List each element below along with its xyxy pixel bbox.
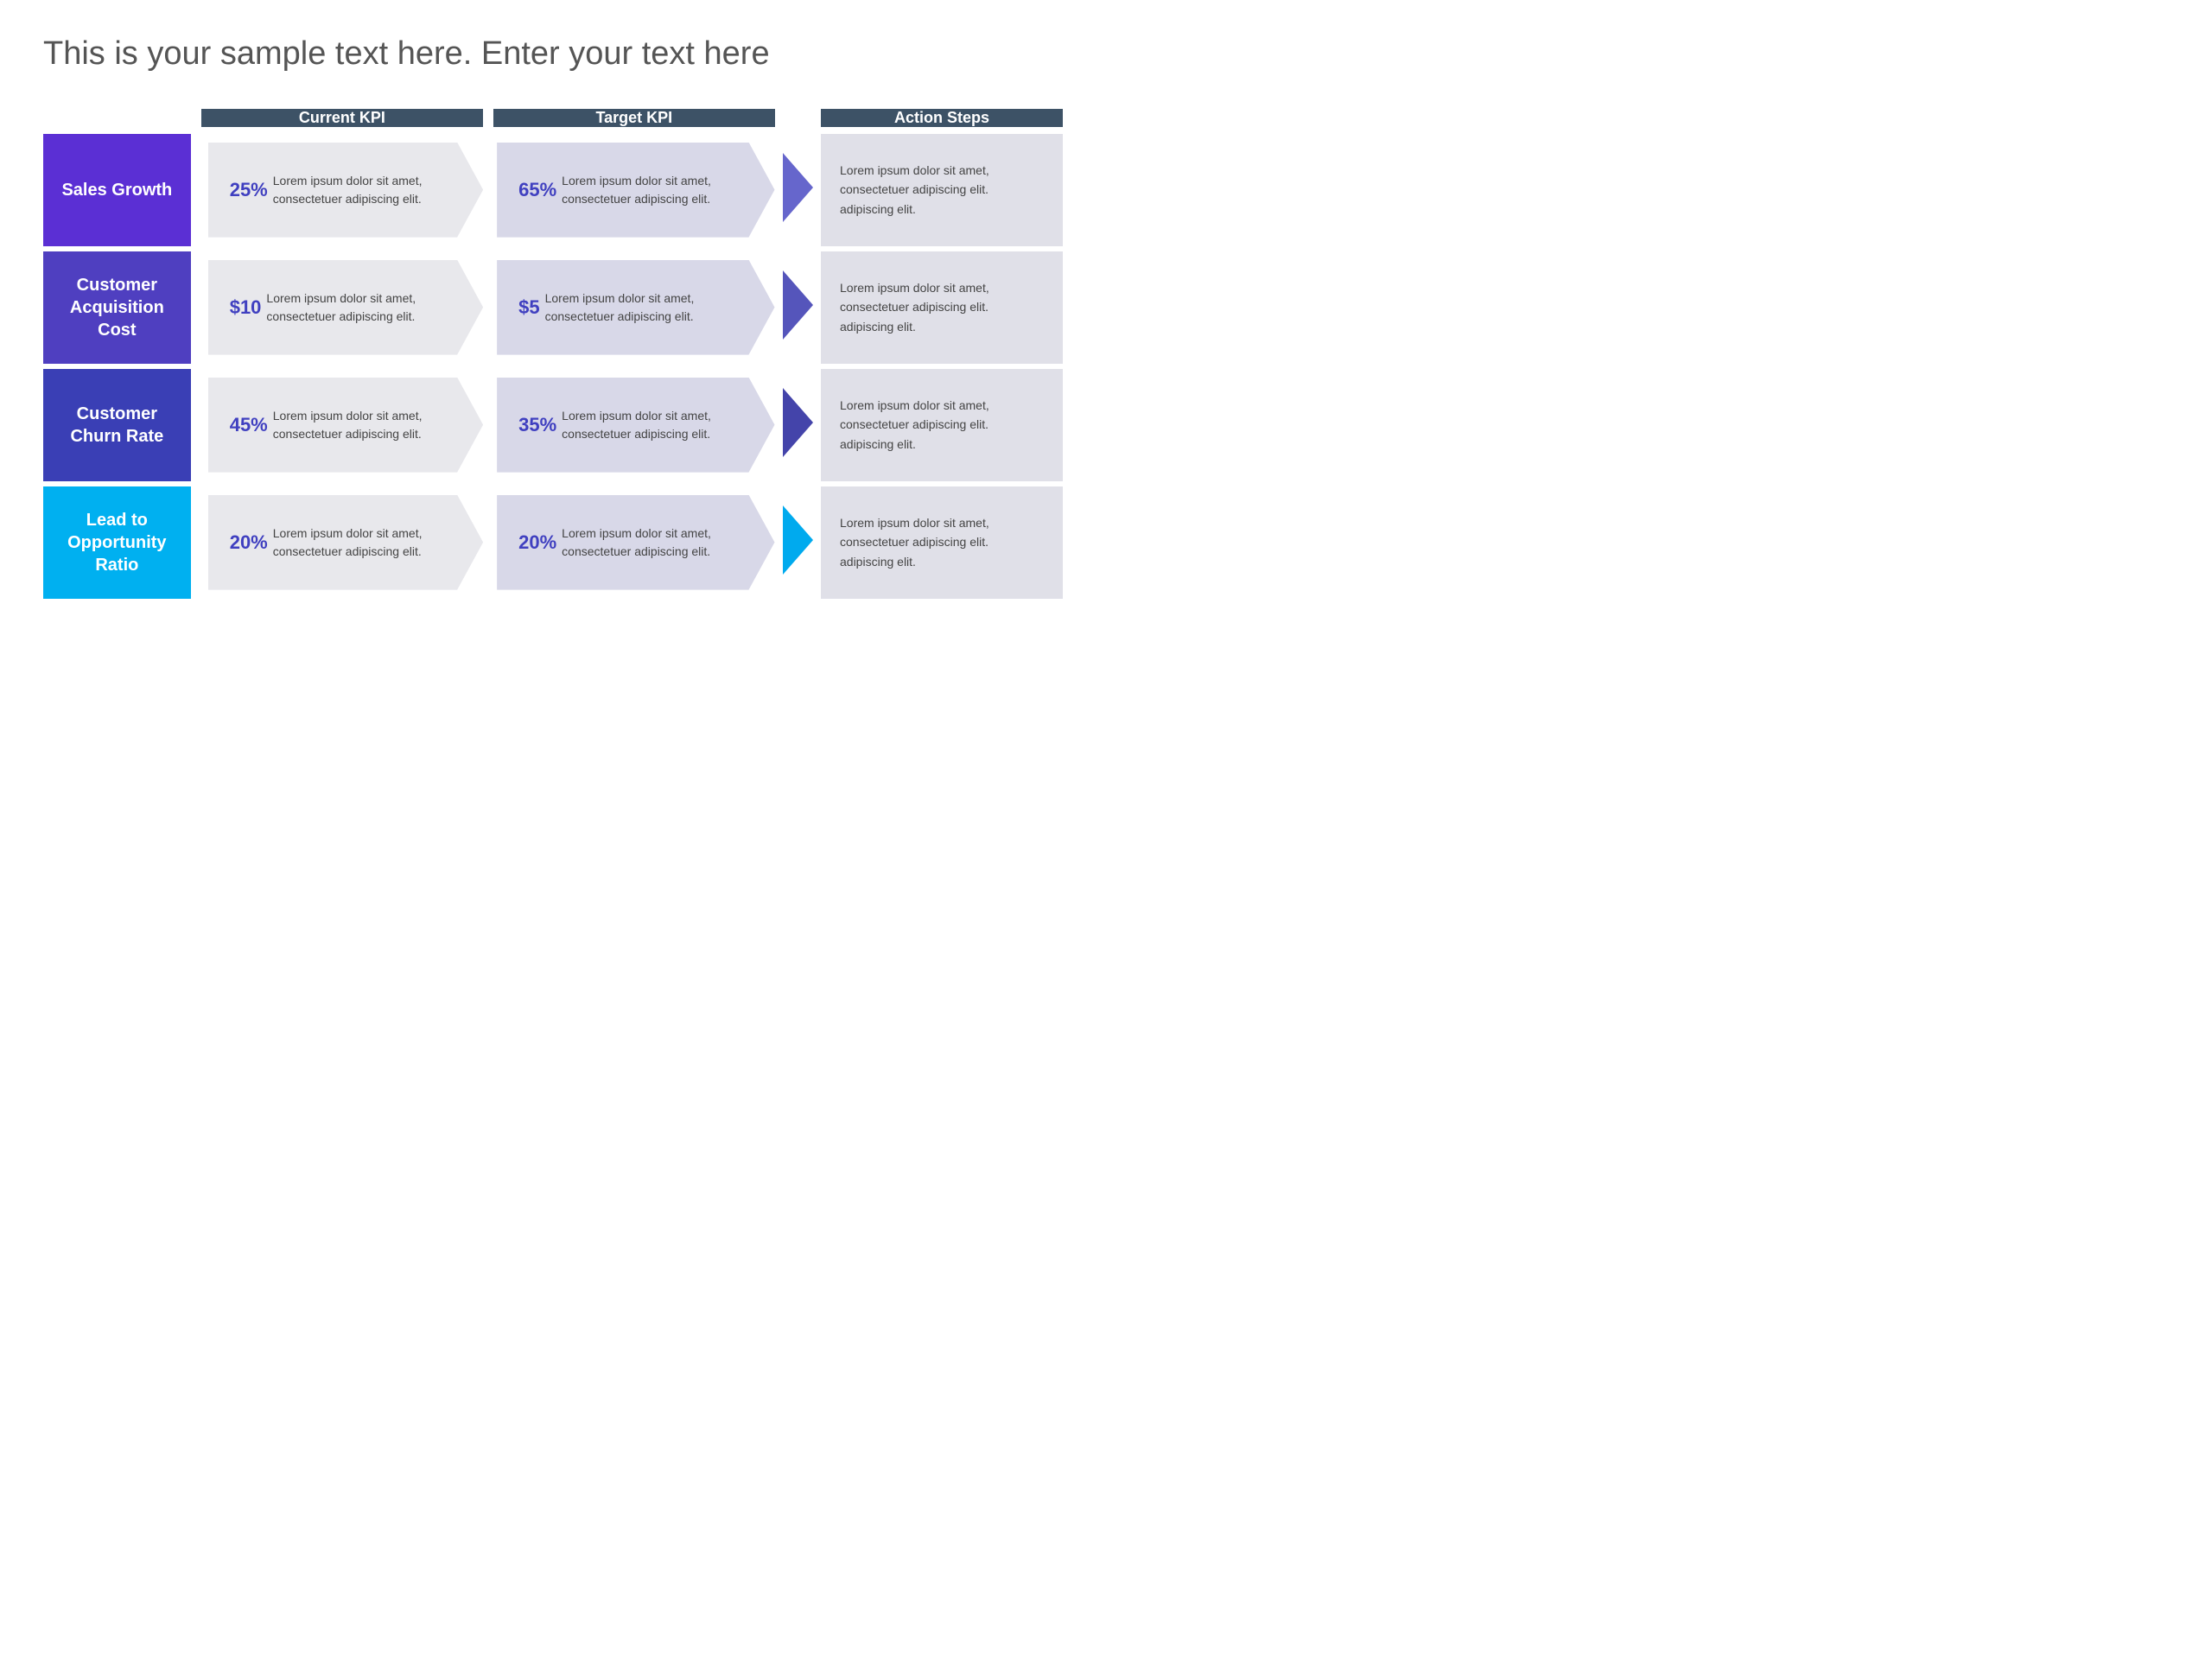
action-cell-customer-churn-rate: Lorem ipsum dolor sit amet, consectetuer…	[821, 369, 1063, 481]
current-kpi-arrow-sales-growth: 25% Lorem ipsum dolor sit amet, consecte…	[208, 143, 483, 238]
current-kpi-value-sales-growth: 25%	[230, 179, 268, 201]
label-cell-sales-growth: Sales Growth	[43, 134, 191, 246]
current-kpi-arrow-customer-acquisition-cost: $10 Lorem ipsum dolor sit amet, consecte…	[208, 260, 483, 355]
current-kpi-arrow-lead-to-opportunity-ratio: 20% Lorem ipsum dolor sit amet, consecte…	[208, 495, 483, 590]
action-cell-sales-growth: Lorem ipsum dolor sit amet, consectetuer…	[821, 134, 1063, 246]
target-kpi-value-lead-to-opportunity-ratio: 20%	[518, 531, 556, 554]
current-kpi-arrow-customer-churn-rate: 45% Lorem ipsum dolor sit amet, consecte…	[208, 378, 483, 473]
row-lead-to-opportunity-ratio: Lead to Opportunity Ratio 20% Lorem ipsu…	[43, 486, 1063, 599]
action-cell-lead-to-opportunity-ratio: Lorem ipsum dolor sit amet, consectetuer…	[821, 486, 1063, 599]
target-kpi-cell-sales-growth: 65% Lorem ipsum dolor sit amet, consecte…	[493, 134, 774, 246]
header-current-kpi: Current KPI	[201, 109, 483, 127]
current-kpi-value-lead-to-opportunity-ratio: 20%	[230, 531, 268, 554]
connector-arrow-customer-churn-rate	[783, 388, 813, 457]
target-kpi-text-lead-to-opportunity-ratio: Lorem ipsum dolor sit amet, consectetuer…	[562, 524, 740, 561]
row-sales-growth: Sales Growth 25% Lorem ipsum dolor sit a…	[43, 134, 1063, 246]
kpi-table: Current KPI Target KPI Action Steps Sale…	[43, 109, 1063, 599]
target-kpi-text-customer-churn-rate: Lorem ipsum dolor sit amet, consectetuer…	[562, 407, 740, 443]
target-kpi-text-customer-acquisition-cost: Lorem ipsum dolor sit amet, consectetuer…	[545, 289, 741, 326]
current-kpi-text-sales-growth: Lorem ipsum dolor sit amet, consectetuer…	[273, 172, 448, 208]
target-kpi-value-customer-churn-rate: 35%	[518, 414, 556, 436]
target-kpi-arrow-lead-to-opportunity-ratio: 20% Lorem ipsum dolor sit amet, consecte…	[497, 495, 774, 590]
current-kpi-text-customer-acquisition-cost: Lorem ipsum dolor sit amet, consectetuer…	[266, 289, 448, 326]
target-kpi-cell-customer-acquisition-cost: $5 Lorem ipsum dolor sit amet, consectet…	[493, 251, 774, 364]
current-kpi-cell-lead-to-opportunity-ratio: 20% Lorem ipsum dolor sit amet, consecte…	[201, 486, 483, 599]
label-cell-customer-churn-rate: Customer Churn Rate	[43, 369, 191, 481]
label-box-customer-acquisition-cost: Customer Acquisition Cost	[43, 251, 191, 364]
current-kpi-value-customer-acquisition-cost: $10	[230, 296, 262, 319]
header-action-steps: Action Steps	[821, 109, 1063, 127]
header-empty	[43, 109, 191, 127]
current-kpi-text-customer-churn-rate: Lorem ipsum dolor sit amet, consectetuer…	[273, 407, 448, 443]
target-kpi-text-sales-growth: Lorem ipsum dolor sit amet, consectetuer…	[562, 172, 740, 208]
connector-arrow-lead-to-opportunity-ratio	[783, 505, 813, 575]
label-box-sales-growth: Sales Growth	[43, 134, 191, 246]
target-kpi-cell-customer-churn-rate: 35% Lorem ipsum dolor sit amet, consecte…	[493, 369, 774, 481]
current-kpi-cell-customer-churn-rate: 45% Lorem ipsum dolor sit amet, consecte…	[201, 369, 483, 481]
row-customer-churn-rate: Customer Churn Rate 45% Lorem ipsum dolo…	[43, 369, 1063, 481]
current-kpi-cell-customer-acquisition-cost: $10 Lorem ipsum dolor sit amet, consecte…	[201, 251, 483, 364]
row-customer-acquisition-cost: Customer Acquisition Cost $10 Lorem ipsu…	[43, 251, 1063, 364]
label-box-customer-churn-rate: Customer Churn Rate	[43, 369, 191, 481]
page-title: This is your sample text here. Enter you…	[43, 35, 1063, 74]
connector-arrow-customer-acquisition-cost	[783, 270, 813, 340]
header-row: Current KPI Target KPI Action Steps	[43, 109, 1063, 127]
label-cell-lead-to-opportunity-ratio: Lead to Opportunity Ratio	[43, 486, 191, 599]
target-kpi-arrow-customer-acquisition-cost: $5 Lorem ipsum dolor sit amet, consectet…	[497, 260, 774, 355]
target-kpi-arrow-sales-growth: 65% Lorem ipsum dolor sit amet, consecte…	[497, 143, 774, 238]
connector-cell-customer-churn-rate	[775, 369, 822, 481]
target-kpi-value-sales-growth: 65%	[518, 179, 556, 201]
target-kpi-value-customer-acquisition-cost: $5	[518, 296, 539, 319]
current-kpi-cell-sales-growth: 25% Lorem ipsum dolor sit amet, consecte…	[201, 134, 483, 246]
connector-arrow-sales-growth	[783, 153, 813, 222]
current-kpi-text-lead-to-opportunity-ratio: Lorem ipsum dolor sit amet, consectetuer…	[273, 524, 448, 561]
label-box-lead-to-opportunity-ratio: Lead to Opportunity Ratio	[43, 486, 191, 599]
target-kpi-cell-lead-to-opportunity-ratio: 20% Lorem ipsum dolor sit amet, consecte…	[493, 486, 774, 599]
connector-cell-lead-to-opportunity-ratio	[775, 486, 822, 599]
connector-cell-customer-acquisition-cost	[775, 251, 822, 364]
action-cell-customer-acquisition-cost: Lorem ipsum dolor sit amet, consectetuer…	[821, 251, 1063, 364]
label-cell-customer-acquisition-cost: Customer Acquisition Cost	[43, 251, 191, 364]
connector-cell-sales-growth	[775, 134, 822, 246]
current-kpi-value-customer-churn-rate: 45%	[230, 414, 268, 436]
header-target-kpi: Target KPI	[493, 109, 774, 127]
target-kpi-arrow-customer-churn-rate: 35% Lorem ipsum dolor sit amet, consecte…	[497, 378, 774, 473]
